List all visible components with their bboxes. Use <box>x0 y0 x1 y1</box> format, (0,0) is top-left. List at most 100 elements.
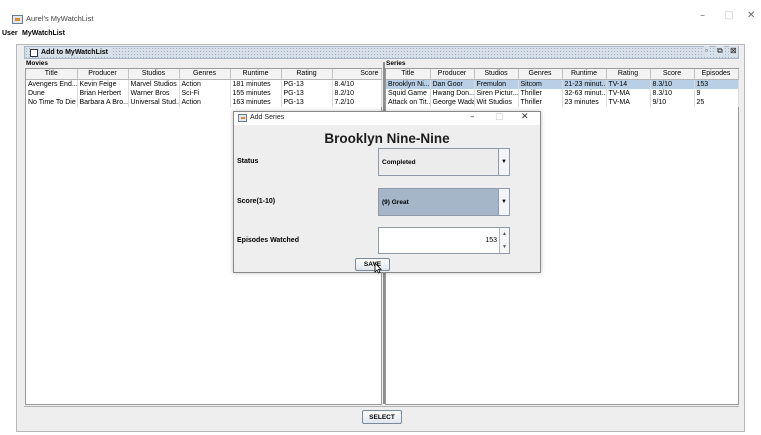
dialog-title: Add Series <box>250 114 285 121</box>
frame-iconify-icon[interactable]: ▫ <box>704 46 709 55</box>
table-row[interactable]: Attack on Tit... George Wada Wit Studios… <box>386 97 739 107</box>
series-col-producer[interactable]: Producer <box>430 69 475 80</box>
internal-frame-title-group: Add to MyWatchList <box>30 48 112 57</box>
save-button[interactable]: SAVE <box>355 258 390 271</box>
episodes-label: Episodes Watched <box>237 237 299 244</box>
dialog-minimize-button[interactable]: – <box>470 112 475 122</box>
chevron-down-icon[interactable]: ▼ <box>498 149 509 175</box>
spinner-up-icon[interactable]: ▲ <box>500 228 509 241</box>
table-cell: Action <box>179 79 231 89</box>
series-col-rating[interactable]: Rating <box>606 69 651 80</box>
table-cell: 9/10 <box>650 97 695 107</box>
movies-col-runtime[interactable]: Runtime <box>230 69 282 80</box>
window-title: Aurel's MyWatchList <box>26 14 94 23</box>
table-cell: 8.3/10 <box>650 79 695 89</box>
movies-col-genres[interactable]: Genres <box>179 69 231 80</box>
score-value: (9) Great <box>382 198 409 206</box>
table-cell: Action <box>179 97 231 107</box>
movies-col-score[interactable]: Score <box>332 69 382 80</box>
table-cell: Avengers End... <box>26 79 78 89</box>
table-cell: Brooklyn Ni... <box>386 79 431 89</box>
table-cell: 25 <box>694 97 739 107</box>
table-cell: PG-13 <box>281 79 333 89</box>
table-cell: TV-14 <box>606 79 651 89</box>
select-button[interactable]: SELECT <box>362 410 402 424</box>
episodes-spinner[interactable]: 153 ▲ ▼ <box>378 227 510 254</box>
table-row[interactable]: No Time To Die Barbara A Bro... Universa… <box>26 97 382 107</box>
frame-checkbox-icon <box>30 48 38 57</box>
table-cell: Thriller <box>518 88 563 98</box>
status-combobox[interactable]: Completed ▼ <box>378 148 510 176</box>
table-cell: 163 minutes <box>230 97 282 107</box>
table-cell: Marvel Studios <box>128 79 180 89</box>
table-cell: Brian Herbert <box>77 88 129 98</box>
table-cell: 8.4/10 <box>332 79 382 89</box>
table-cell: Squid Game <box>386 88 431 98</box>
score-combobox[interactable]: (9) Great ▼ <box>378 188 510 216</box>
series-col-score[interactable]: Score <box>650 69 695 80</box>
movies-col-producer[interactable]: Producer <box>77 69 129 80</box>
table-cell: Sitcom <box>518 79 563 89</box>
table-cell: 8.2/10 <box>332 88 382 98</box>
table-cell: Universal Stud... <box>128 97 180 107</box>
menu-mywatchlist[interactable]: MyWatchList <box>22 30 65 37</box>
series-col-runtime[interactable]: Runtime <box>562 69 607 80</box>
table-row-selected[interactable]: Brooklyn Ni... Dan Goor Fremulon Sitcom … <box>386 79 739 89</box>
table-cell: Wit Studios <box>474 97 519 107</box>
table-cell: 153 <box>694 79 739 89</box>
table-cell: 23 minutes <box>562 97 607 107</box>
table-cell: Fremulon <box>474 79 519 89</box>
dialog-close-button[interactable]: ✕ <box>521 112 529 122</box>
close-button[interactable]: ✕ <box>747 10 755 21</box>
table-cell: Barbara A Bro... <box>77 97 129 107</box>
table-cell: 32-63 minut... <box>562 88 607 98</box>
series-heading: Brooklyn Nine-Nine <box>324 131 450 146</box>
movies-col-studios[interactable]: Studios <box>128 69 180 80</box>
table-cell: Thriller <box>518 97 563 107</box>
movies-col-title[interactable]: Title <box>26 69 78 80</box>
app-icon <box>12 15 23 24</box>
internal-frame-title: Add to MyWatchList <box>41 49 109 56</box>
table-cell: 8.3/10 <box>650 88 695 98</box>
movies-label: Movies <box>26 60 49 67</box>
table-cell: 7.2/10 <box>332 97 382 107</box>
table-cell: 21-23 minut... <box>562 79 607 89</box>
table-cell: Attack on Tit... <box>386 97 431 107</box>
series-col-title[interactable]: Title <box>386 69 431 80</box>
frame-maximize-icon[interactable]: ⧉ <box>716 46 724 56</box>
chevron-down-icon[interactable]: ▼ <box>498 189 509 215</box>
minimize-button[interactable]: – <box>700 10 705 21</box>
series-col-studios[interactable]: Studios <box>474 69 519 80</box>
episodes-value: 153 <box>485 237 497 244</box>
series-col-genres[interactable]: Genres <box>518 69 563 80</box>
status-value: Completed <box>382 158 416 166</box>
spinner-down-icon[interactable]: ▼ <box>500 241 509 254</box>
movies-col-rating[interactable]: Rating <box>281 69 333 80</box>
series-col-episodes[interactable]: Episodes <box>694 69 739 80</box>
frame-close-icon[interactable]: ⊠ <box>729 46 738 55</box>
score-label: Score(1-10) <box>237 198 276 205</box>
dialog-maximize-button[interactable]: □ <box>495 112 504 122</box>
window-titlebar[interactable] <box>0 0 761 30</box>
menu-user[interactable]: User <box>2 30 18 37</box>
table-cell: Hwang Don... <box>430 88 475 98</box>
internal-frame-titlebar[interactable] <box>24 46 739 59</box>
table-cell: 9 <box>694 88 739 98</box>
table-cell: No Time To Die <box>26 97 78 107</box>
series-table: Title Producer Studios Genres Runtime Ra… <box>386 69 739 107</box>
table-cell: 181 minutes <box>230 79 282 89</box>
status-label: Status <box>237 158 259 165</box>
menubar <box>0 30 761 40</box>
dialog-app-icon <box>238 114 247 122</box>
table-row[interactable]: Avengers End... Kevin Feige Marvel Studi… <box>26 79 382 89</box>
table-row[interactable]: Squid Game Hwang Don... Siren Pictur... … <box>386 88 739 98</box>
table-cell: Siren Pictur... <box>474 88 519 98</box>
spinner-buttons: ▲ ▼ <box>499 228 509 253</box>
mouse-pointer-icon <box>374 262 382 274</box>
maximize-button[interactable]: □ <box>724 10 733 21</box>
table-cell: George Wada <box>430 97 475 107</box>
table-cell: PG-13 <box>281 88 333 98</box>
table-cell: Warner Bros <box>128 88 180 98</box>
table-cell: PG-13 <box>281 97 333 107</box>
table-row[interactable]: Dune Brian Herbert Warner Bros Sci-Fi 15… <box>26 88 382 98</box>
